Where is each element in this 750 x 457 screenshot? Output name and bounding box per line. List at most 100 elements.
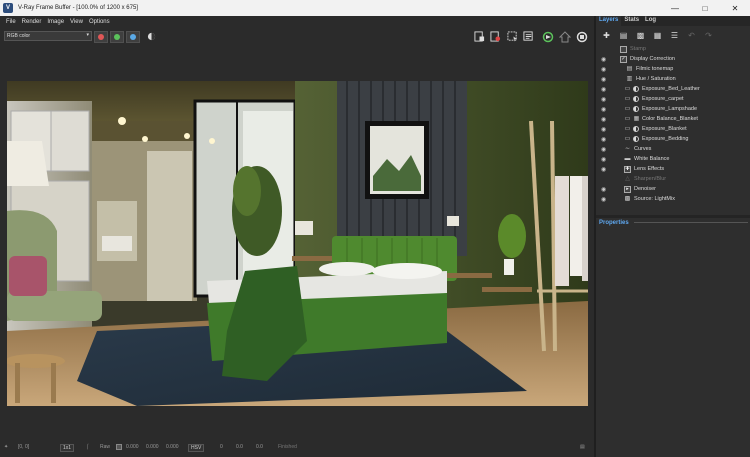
vfb-window: V V-Ray Frame Buffer - [100.0% of 1200 x… (0, 0, 750, 457)
load-layers-icon[interactable]: ▩ (634, 29, 647, 42)
green-channel-button[interactable] (110, 31, 124, 43)
layer-display-correction[interactable]: ◉ ✓ Display Correction (596, 54, 746, 64)
alpha-toggle-icon[interactable] (145, 30, 158, 43)
close-icon[interactable]: ✕ (720, 0, 750, 16)
layer-denoiser[interactable]: ◉ ▸ Denoiser (596, 184, 746, 194)
exposure-icon (633, 106, 639, 112)
stop-render-icon[interactable] (575, 30, 588, 43)
layer-lens-effects[interactable]: ◉ ✚ Lens Effects (596, 164, 746, 174)
region-render-icon[interactable] (506, 30, 519, 43)
layers-side-panel: Layers Stats Log ✚ ▤ ▩ ▦ ☰ ↶ ↷ Stamp ◉ ✓… (594, 16, 750, 457)
mask-icon: ▭ (624, 115, 631, 122)
layer-hue-saturation[interactable]: ◉ ▥ Hue / Saturation (596, 74, 746, 84)
menu-file[interactable]: File (6, 19, 16, 25)
exposure-icon (633, 96, 639, 102)
clear-image-icon[interactable] (489, 30, 502, 43)
layer-label: Curves (634, 146, 652, 152)
visibility-eye-icon[interactable]: ◉ (601, 56, 606, 63)
visibility-eye-icon[interactable]: ◉ (601, 196, 606, 203)
layer-sharpen-blur[interactable]: △ Sharpen/Blur (596, 174, 746, 184)
zoom-select[interactable]: 1x1 (60, 444, 75, 452)
rendered-image[interactable] (7, 81, 588, 406)
menu-options[interactable]: Options (89, 19, 110, 25)
layer-source-lightmix[interactable]: ◉ ▩ Source: LightMix (596, 194, 746, 204)
layer-label: Filmic tonemap (636, 66, 674, 72)
layers-list: Stamp ◉ ✓ Display Correction ◉ ▤ Filmic … (596, 44, 750, 224)
visibility-eye-icon[interactable]: ◉ (601, 186, 606, 193)
track-mouse-icon[interactable] (522, 30, 535, 43)
visibility-eye-icon[interactable]: ◉ (601, 126, 606, 133)
visibility-eye-icon[interactable]: ◉ (601, 86, 606, 93)
layer-curves[interactable]: ◉ ∼ Curves (596, 144, 746, 154)
color-balance-icon: ▦ (633, 115, 640, 122)
undo-icon[interactable]: ↶ (685, 29, 698, 42)
colour-picker-icon[interactable]: ⌠ (86, 444, 89, 450)
layer-white-balance[interactable]: ◉ ▬ White Balance (596, 154, 746, 164)
tab-stats[interactable]: Stats (621, 16, 642, 26)
layer-color-balance-blanket[interactable]: ◉ ▭ ▦ Color Balance_Blanket (596, 114, 746, 124)
hsv-v: 0.0 (256, 444, 263, 450)
visibility-eye-icon[interactable]: ◉ (601, 166, 606, 173)
raw-swatch (116, 444, 122, 450)
layer-exposure-blanket[interactable]: ◉ ▭ Exposure_Blanket (596, 124, 746, 134)
visibility-eye-icon[interactable]: ◉ (601, 136, 606, 143)
interactive-render-icon[interactable] (558, 30, 571, 43)
hue-sat-icon: ▥ (626, 75, 633, 82)
toggle-panel-icon[interactable]: ▤ (580, 444, 585, 450)
visibility-eye-icon[interactable]: ◉ (601, 96, 606, 103)
layer-label: Exposure_Bed_Leather (642, 86, 700, 92)
layer-label: Stamp (630, 46, 646, 52)
mask-icon: ▭ (624, 105, 631, 112)
value-b: 0.000 (166, 444, 179, 450)
raw-label: Raw (100, 444, 111, 450)
render-status: Finished (278, 444, 297, 450)
channel-select[interactable]: RGB color ▾ (4, 31, 92, 41)
mask-icon: ▭ (624, 125, 631, 132)
layer-filmic-tonemap[interactable]: ◉ ▤ Filmic tonemap (596, 64, 746, 74)
menu-image[interactable]: Image (47, 19, 64, 25)
blue-channel-button[interactable] (126, 31, 140, 43)
pick-color-icon[interactable]: ✦ (4, 444, 8, 450)
save-layers-icon[interactable]: ▤ (617, 29, 630, 42)
visibility-eye-icon[interactable]: ◉ (601, 116, 606, 123)
layer-exposure-lampshade[interactable]: ◉ ▭ Exposure_Lampshade (596, 104, 746, 114)
properties-divider (634, 222, 748, 223)
save-image-icon[interactable] (473, 30, 486, 43)
channel-select-value: RGB color (7, 33, 31, 39)
tab-layers[interactable]: Layers (596, 16, 622, 26)
mouse-coords: [0, 0] (18, 444, 30, 450)
green-channel-icon (114, 34, 120, 40)
visibility-eye-icon[interactable]: ◉ (601, 146, 606, 153)
menu-view[interactable]: View (70, 19, 83, 25)
blue-channel-icon (130, 34, 136, 40)
layer-label: Display Correction (630, 56, 675, 62)
add-layer-icon[interactable]: ✚ (600, 29, 613, 42)
visibility-eye-icon[interactable]: ◉ (601, 156, 606, 163)
denoiser-icon: ▸ (624, 185, 631, 193)
white-balance-icon: ▬ (624, 155, 631, 162)
save-preset-icon[interactable]: ▦ (651, 29, 664, 42)
red-channel-button[interactable] (94, 31, 108, 43)
menu-render[interactable]: Render (22, 19, 42, 25)
maximize-icon[interactable]: □ (690, 0, 720, 16)
redo-icon[interactable]: ↷ (702, 29, 715, 42)
sharpen-icon: △ (625, 175, 630, 182)
visibility-eye-icon[interactable]: ◉ (601, 76, 606, 83)
layer-exposure-bed-leather[interactable]: ◉ ▭ Exposure_Bed_Leather (596, 84, 746, 94)
layer-stamp[interactable]: Stamp (596, 44, 746, 54)
minimize-icon[interactable]: — (660, 0, 690, 16)
color-mode-select[interactable]: HSV (188, 444, 205, 452)
layer-label: Lens Effects (634, 166, 665, 172)
properties-label: Properties (599, 220, 629, 226)
value-r: 0.000 (126, 444, 139, 450)
layer-checkbox[interactable] (620, 45, 627, 53)
tab-log[interactable]: Log (642, 16, 659, 26)
visibility-eye-icon[interactable]: ◉ (601, 66, 606, 73)
render-icon[interactable] (541, 30, 554, 43)
list-icon[interactable]: ☰ (668, 29, 681, 42)
image-viewport[interactable] (0, 46, 594, 440)
panel-tabs: Layers Stats Log (596, 16, 750, 26)
visibility-eye-icon[interactable]: ◉ (601, 106, 606, 113)
layer-exposure-bedding[interactable]: ◉ ▭ Exposure_Bedding (596, 134, 746, 144)
layer-exposure-carpet[interactable]: ◉ ▭ Exposure_carpet (596, 94, 746, 104)
